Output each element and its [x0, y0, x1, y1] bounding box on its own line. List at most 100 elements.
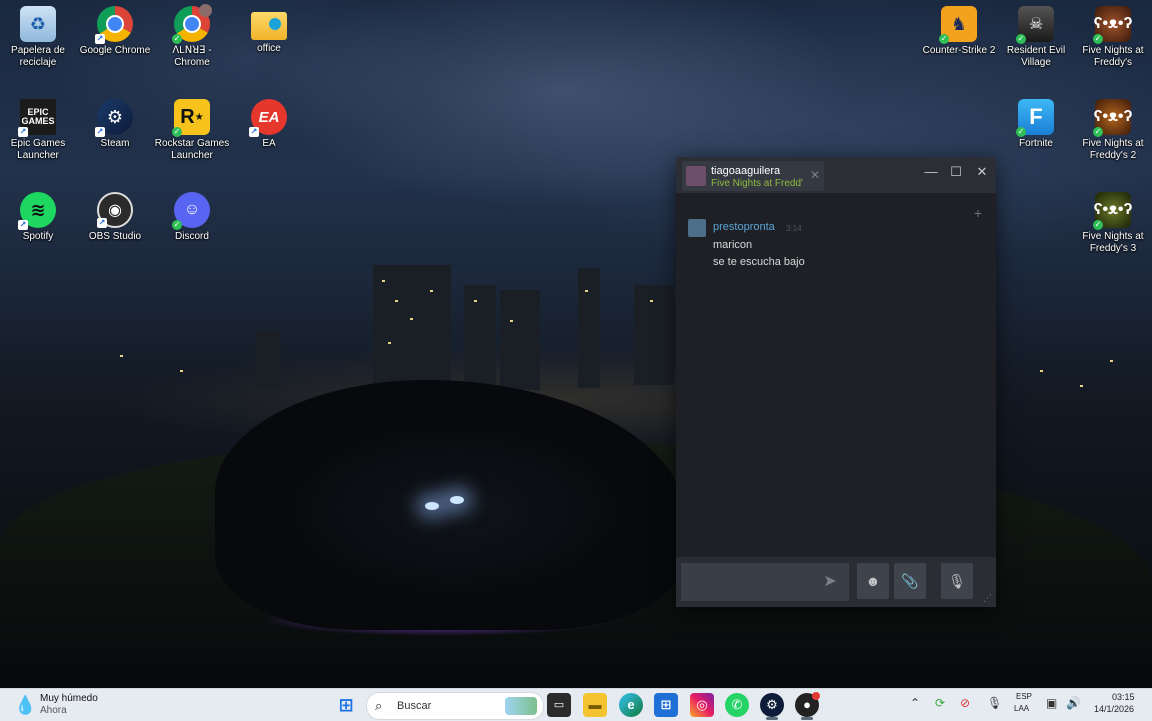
search-highlight-icon: [505, 697, 537, 715]
desktop-icon-recycle-bin[interactable]: ♻ Papelera de reciclaje: [0, 6, 76, 69]
light: [1080, 385, 1083, 387]
sync-check-icon: ✓: [172, 220, 182, 230]
sync-check-icon: ✓: [1093, 220, 1103, 230]
sync-check-icon: ✓: [172, 34, 182, 44]
ea-icon: EA ↗: [249, 99, 287, 137]
whatsapp-icon[interactable]: ✆: [725, 693, 749, 717]
task-view-icon[interactable]: ▭: [547, 693, 571, 717]
light: [585, 290, 588, 292]
desktop-icon-google-chrome[interactable]: ↗ Google Chrome: [77, 6, 153, 57]
desktop-icon-ea[interactable]: EA ↗ EA: [231, 99, 307, 150]
light: [1110, 360, 1113, 362]
desktop-icon-counter-strike[interactable]: ♞ ✓ Counter-Strike 2: [921, 6, 997, 57]
tower-4: [578, 268, 600, 388]
desktop-icon-steam[interactable]: ⚙ ↗ Steam: [77, 99, 153, 150]
language-indicator[interactable]: ESP: [1016, 692, 1032, 701]
sync-check-icon: ✓: [1016, 127, 1026, 137]
car-headlight: [425, 502, 439, 510]
chat-tab-friend[interactable]: tiagoaaguilera Five Nights at Fredd' ✕: [682, 161, 824, 191]
emoji-button[interactable]: ☻: [857, 563, 889, 599]
close-tab-icon[interactable]: ✕: [810, 168, 820, 182]
light: [395, 300, 398, 302]
desktop-icon-epic-games[interactable]: EPIC GAMES ↗ Epic Games Launcher: [0, 99, 76, 162]
sync-check-icon: ✓: [1093, 34, 1103, 44]
light: [410, 318, 413, 320]
shortcut-arrow-icon: ↗: [95, 127, 105, 137]
instagram-icon[interactable]: ◎: [690, 693, 714, 717]
light: [382, 280, 385, 282]
close-button[interactable]: ✕: [970, 161, 994, 183]
microphone-icon[interactable]: 🎙: [987, 696, 1002, 710]
desktop-icon-rockstar[interactable]: R ★ ✓ Rockstar Games Launcher: [154, 99, 230, 162]
fnaf2-icon: ʕ•ᴥ•ʔ ✓: [1093, 99, 1132, 137]
shortcut-arrow-icon: ↗: [18, 127, 28, 137]
desktop-icon-discord[interactable]: ☺ ✓ Discord: [154, 192, 230, 243]
desktop-icon-resident-evil[interactable]: ☠ ✓ Resident Evil Village: [998, 6, 1074, 69]
keyboard-layout-indicator[interactable]: LAA: [1014, 704, 1029, 713]
light: [120, 355, 123, 357]
friend-avatar: [686, 166, 706, 186]
file-explorer-icon[interactable]: ▬: [583, 693, 607, 717]
add-friend-to-chat-icon[interactable]: +: [974, 205, 982, 221]
chat-message-area: + prestopronta 3:14 maricon se te escuch…: [676, 193, 996, 557]
sync-icon[interactable]: ⟳: [935, 696, 945, 710]
attach-button[interactable]: 📎: [894, 563, 926, 599]
car-headlight: [450, 496, 464, 504]
volume-icon[interactable]: 🔊: [1066, 696, 1081, 710]
microsoft-store-icon[interactable]: ⊞: [654, 693, 678, 717]
obs-icon: ◉ ↗: [97, 192, 133, 228]
send-button[interactable]: ➤: [811, 563, 849, 601]
desktop-icon-spotify[interactable]: ≋ ↗ Spotify: [0, 192, 76, 243]
desktop-icon-fnaf[interactable]: ʕ•ᴥ•ʔ ✓ Five Nights at Freddy's: [1075, 6, 1151, 69]
tower-3: [500, 290, 540, 390]
sync-check-icon: ✓: [939, 34, 949, 44]
minimize-button[interactable]: —: [919, 161, 943, 183]
sync-check-icon: ✓: [1016, 34, 1026, 44]
sender-avatar[interactable]: [688, 219, 706, 237]
desktop-icon-chrome-profile[interactable]: ✓ ꓥLꓠꓤꓱ - Chrome: [154, 4, 230, 69]
rockstar-icon: R ★ ✓: [172, 99, 210, 137]
tower-6: [255, 330, 281, 390]
security-icon[interactable]: ⊘: [960, 696, 970, 710]
app-taskbar-icon[interactable]: ●: [795, 692, 820, 717]
network-icon[interactable]: ▣: [1046, 696, 1057, 710]
chat-titlebar[interactable]: tiagoaaguilera Five Nights at Fredd' ✕ —…: [676, 157, 996, 193]
recycle-bin-icon: ♻: [20, 6, 56, 42]
chrome-profile-icon: ✓: [172, 4, 212, 44]
notification-dot-icon: [812, 692, 820, 700]
light: [650, 300, 653, 302]
desktop-icon-office[interactable]: office: [231, 6, 307, 55]
search-box[interactable]: ⌕ Buscar: [366, 692, 544, 720]
light: [1040, 370, 1043, 372]
desktop-icon-fnaf3[interactable]: ʕ•ᴥ•ʔ ✓ Five Nights at Freddy's 3: [1075, 192, 1151, 255]
friend-name: tiagoaaguilera: [711, 165, 781, 177]
weather-title: Muy húmedo: [40, 693, 98, 704]
clock-date[interactable]: 14/1/2026: [1094, 704, 1134, 714]
shortcut-arrow-icon: ↗: [97, 218, 107, 228]
tower-1: [373, 265, 451, 395]
resident-evil-icon: ☠ ✓: [1016, 6, 1054, 44]
fnaf3-icon: ʕ•ᴥ•ʔ ✓: [1093, 192, 1132, 230]
show-hidden-icons-chevron-icon[interactable]: ⌃: [910, 696, 920, 710]
start-button[interactable]: ⊞: [334, 693, 358, 717]
steam-taskbar-icon[interactable]: ⚙: [760, 693, 784, 717]
resize-grip-icon[interactable]: ⋰: [983, 593, 992, 604]
folder-icon: [251, 12, 287, 40]
clock-time[interactable]: 03:15: [1112, 692, 1135, 702]
desktop-icon-fnaf2[interactable]: ʕ•ᴥ•ʔ ✓ Five Nights at Freddy's 2: [1075, 99, 1151, 162]
steam-chat-window: tiagoaaguilera Five Nights at Fredd' ✕ —…: [676, 157, 996, 607]
light: [180, 370, 183, 372]
voice-button[interactable]: 🎙: [941, 563, 973, 599]
light: [388, 342, 391, 344]
search-icon: ⌕: [375, 698, 383, 713]
shortcut-arrow-icon: ↗: [249, 127, 259, 137]
fnaf-icon: ʕ•ᴥ•ʔ ✓: [1093, 6, 1132, 44]
maximize-button[interactable]: ☐: [944, 161, 968, 183]
desktop-icon-fortnite[interactable]: F ✓ Fortnite: [998, 99, 1074, 150]
friend-game-status: Five Nights at Fredd': [711, 178, 803, 189]
message-timestamp: 3:14: [786, 224, 802, 233]
sync-check-icon: ✓: [1093, 127, 1103, 137]
edge-icon[interactable]: e: [619, 693, 643, 717]
sender-name[interactable]: prestopronta: [713, 221, 775, 233]
desktop-icon-obs[interactable]: ◉ ↗ OBS Studio: [77, 192, 153, 243]
